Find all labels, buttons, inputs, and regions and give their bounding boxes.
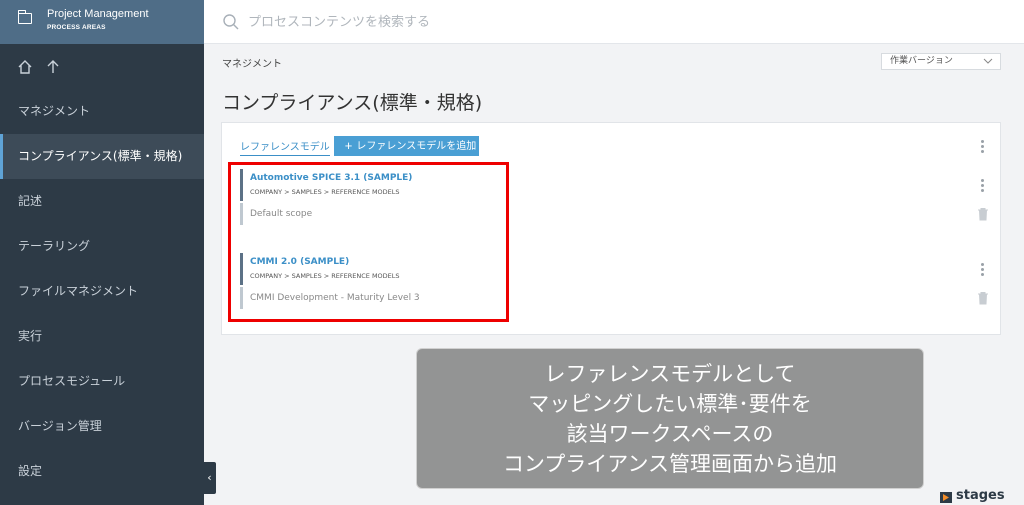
breadcrumb[interactable]: マネジメント [222,55,282,70]
stages-logo-icon [940,492,952,503]
sidebar-item-management[interactable]: マネジメント [0,89,204,134]
sidebar-nav-row [0,44,204,89]
search-input[interactable] [248,10,748,34]
callout-annotation: レファレンスモデルとして マッピングしたい標準･要件を 該当ワークスペースの コ… [416,348,924,489]
callout-line: コンプライアンス管理画面から追加 [502,452,838,476]
model-more-icon[interactable] [981,179,985,193]
trash-icon[interactable] [977,207,989,221]
sidebar-item-execution[interactable]: 実行 [0,314,204,359]
sidebar-item-description[interactable]: 記述 [0,179,204,224]
sidebar-collapse-button[interactable]: ‹ [203,462,216,494]
trash-icon[interactable] [977,291,989,305]
sidebar-item-compliance[interactable]: コンプライアンス(標準・規格) [0,134,204,179]
highlight-box [228,162,509,322]
plus-icon: + [344,138,353,153]
callout-line: レファレンスモデルとして [544,362,796,386]
sidebar-item-settings[interactable]: 設定 [0,449,204,494]
top-bar [204,0,1024,44]
project-subtitle: PROCESS AREAS [47,24,106,31]
sidebar-header[interactable]: Project Management PROCESS AREAS [0,0,204,44]
search-icon [223,14,239,30]
card-more-icon[interactable] [981,140,985,154]
callout-line: マッピングしたい標準･要件を [528,392,812,416]
page-title: コンプライアンス(標準・規格) [222,92,483,114]
project-title: Project Management [47,8,149,20]
model-more-icon[interactable] [981,263,985,277]
version-select[interactable]: 作業バージョン [881,53,1001,70]
sidebar-item-tailoring[interactable]: テーラリング [0,224,204,269]
logo-text: stages [956,488,1005,503]
sidebar: Project Management PROCESS AREAS マネジメント … [0,0,204,505]
sidebar-item-version-control[interactable]: バージョン管理 [0,404,204,449]
arrow-up-icon[interactable] [46,59,60,75]
sidebar-item-process-modules[interactable]: プロセスモジュール [0,359,204,404]
sidebar-item-file-management[interactable]: ファイルマネジメント [0,269,204,314]
home-icon[interactable] [17,59,33,75]
chevron-down-icon [983,58,993,64]
callout-line: 該当ワークスペースの [566,422,774,446]
folder-icon [17,10,32,24]
version-select-value: 作業バージョン [890,56,953,66]
add-reference-model-button[interactable]: + レファレンスモデルを追加 [334,136,479,156]
add-reference-model-label: レファレンスモデルを追加 [356,141,477,152]
tab-reference-models[interactable]: レファレンスモデル [240,138,330,156]
